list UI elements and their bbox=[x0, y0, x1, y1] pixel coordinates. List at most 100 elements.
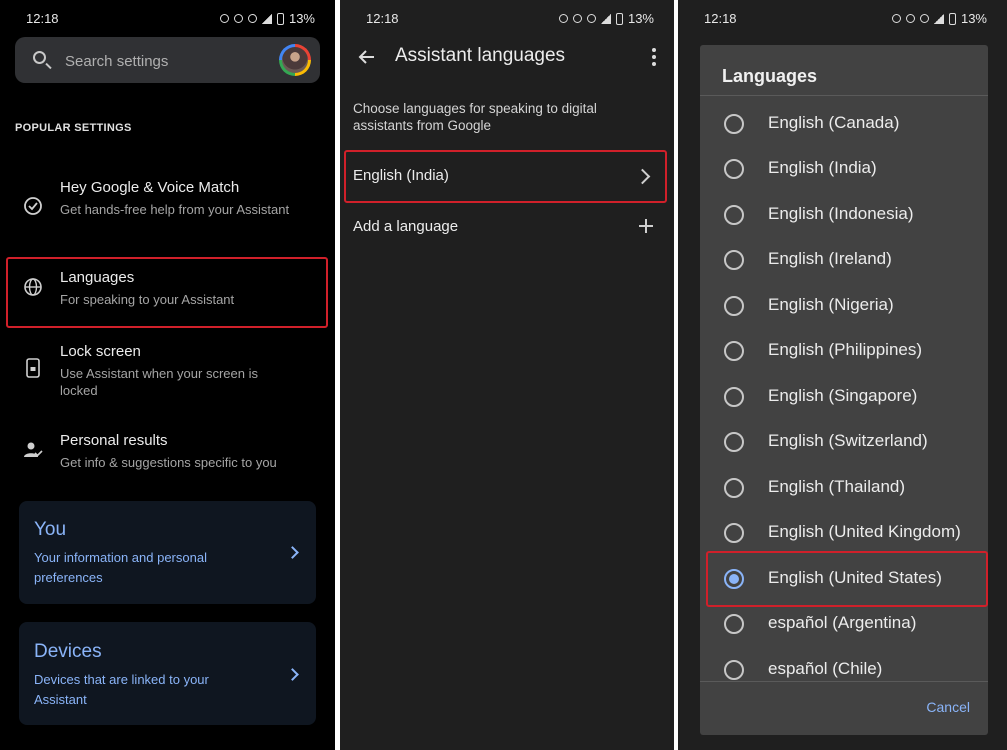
signal-icon bbox=[600, 13, 611, 24]
settings-item-subtitle: Use Assistant when your screen is locked bbox=[60, 366, 258, 398]
check-circle-icon bbox=[24, 197, 42, 215]
page-description: Choose languages for speaking to digital… bbox=[353, 101, 597, 133]
language-option-label: English (India) bbox=[768, 158, 877, 177]
radio-button[interactable] bbox=[724, 114, 744, 134]
status-bar: 12:18 13% bbox=[0, 11, 335, 31]
globe-icon bbox=[24, 278, 42, 296]
language-option[interactable]: English (Switzerland) bbox=[700, 421, 988, 463]
language-option-selected[interactable]: English (United States) bbox=[700, 558, 988, 600]
radio-button[interactable] bbox=[724, 614, 744, 634]
add-language-row[interactable]: Add a language bbox=[340, 203, 674, 251]
chevron-right-icon bbox=[286, 546, 299, 559]
settings-item-title: Hey Google & Voice Match bbox=[60, 179, 240, 196]
language-option[interactable]: English (Thailand) bbox=[700, 467, 988, 509]
avatar[interactable] bbox=[279, 44, 311, 76]
settings-item-personal-results[interactable]: Personal results Get info & suggestions … bbox=[0, 429, 335, 474]
language-option[interactable]: English (Canada) bbox=[700, 103, 988, 145]
card-title: You bbox=[34, 519, 67, 540]
radio-button[interactable] bbox=[724, 159, 744, 179]
status-icons: 13% bbox=[558, 11, 654, 26]
card-devices[interactable]: Devices Devices that are linked to your … bbox=[19, 622, 316, 725]
radio-button[interactable] bbox=[724, 250, 744, 270]
alarm-icon bbox=[219, 14, 229, 23]
more-options-icon[interactable] bbox=[652, 48, 656, 66]
radio-button[interactable] bbox=[724, 478, 744, 498]
section-header: POPULAR SETTINGS bbox=[15, 122, 132, 134]
battery-percent: 13% bbox=[627, 11, 654, 26]
language-option-label: English (Singapore) bbox=[768, 386, 918, 405]
radio-button[interactable] bbox=[724, 387, 744, 407]
settings-item-subtitle: Get info & suggestions specific to you bbox=[60, 455, 277, 470]
settings-item-hey-google[interactable]: Hey Google & Voice Match Get hands-free … bbox=[0, 176, 335, 238]
language-option[interactable]: español (Argentina) bbox=[700, 603, 988, 645]
back-arrow-icon[interactable] bbox=[357, 47, 377, 67]
radio-button[interactable] bbox=[724, 660, 744, 680]
language-option[interactable]: English (United Kingdom) bbox=[700, 512, 988, 554]
settings-item-subtitle: For speaking to your Assistant bbox=[60, 292, 235, 307]
language-option[interactable]: English (Philippines) bbox=[700, 330, 988, 372]
languages-dialog: Languages English (Canada) English (Indi… bbox=[700, 45, 988, 735]
radio-button[interactable] bbox=[724, 296, 744, 316]
language-option[interactable]: English (Indonesia) bbox=[700, 194, 988, 236]
status-icons: 13% bbox=[219, 11, 315, 26]
language-option[interactable]: English (Ireland) bbox=[700, 239, 988, 281]
settings-item-lock-screen[interactable]: Lock screen Use Assistant when your scre… bbox=[0, 340, 335, 400]
settings-item-title: Languages bbox=[60, 269, 135, 286]
language-label: English (India) bbox=[353, 167, 449, 184]
bluetooth-icon bbox=[233, 14, 243, 23]
settings-panel: 12:18 13% POPULAR SETTINGS Hey Google & … bbox=[0, 0, 335, 750]
cancel-button[interactable]: Cancel bbox=[926, 699, 970, 715]
language-option[interactable]: English (Nigeria) bbox=[700, 285, 988, 327]
signal-icon bbox=[261, 13, 272, 24]
bluetooth-icon bbox=[572, 14, 582, 23]
language-option-label: English (Philippines) bbox=[768, 340, 923, 359]
language-option-label: English (Indonesia) bbox=[768, 204, 914, 223]
signal-icon bbox=[933, 13, 944, 24]
battery-icon bbox=[615, 12, 623, 25]
language-option[interactable]: English (Singapore) bbox=[700, 376, 988, 418]
language-picker-panel: 12:18 13% Languages English (Canada) Eng… bbox=[678, 0, 1007, 750]
language-option-label: English (Switzerland) bbox=[768, 431, 928, 450]
language-row-current[interactable]: English (India) bbox=[340, 152, 674, 200]
divider bbox=[700, 681, 988, 682]
settings-item-subtitle: Get hands-free help from your Assistant bbox=[60, 202, 290, 217]
radio-button-selected[interactable] bbox=[724, 569, 744, 589]
search-bar[interactable] bbox=[15, 37, 320, 83]
search-input[interactable] bbox=[63, 49, 267, 73]
card-subtitle: Devices that are linked to your Assistan… bbox=[34, 672, 209, 707]
alarm-icon bbox=[891, 14, 901, 23]
radio-button[interactable] bbox=[724, 205, 744, 225]
language-option-label: English (United States) bbox=[768, 568, 942, 587]
wifi-icon bbox=[247, 14, 257, 23]
add-language-label: Add a language bbox=[353, 218, 459, 235]
card-subtitle: Your information and personal preference… bbox=[34, 550, 207, 585]
person-check-icon bbox=[24, 442, 43, 457]
language-option-label: English (Nigeria) bbox=[768, 295, 894, 314]
battery-percent: 13% bbox=[960, 11, 987, 26]
settings-item-title: Personal results bbox=[60, 432, 168, 449]
status-time: 12:18 bbox=[704, 11, 737, 26]
settings-item-languages[interactable]: Languages For speaking to your Assistant bbox=[0, 266, 335, 318]
status-time: 12:18 bbox=[366, 11, 399, 26]
battery-percent: 13% bbox=[288, 11, 315, 26]
page-title: Assistant languages bbox=[395, 45, 566, 66]
radio-button[interactable] bbox=[724, 523, 744, 543]
language-option-label: English (United Kingdom) bbox=[768, 522, 961, 541]
language-option[interactable]: español (Chile) bbox=[700, 649, 988, 691]
battery-icon bbox=[948, 12, 956, 25]
phone-lock-icon bbox=[26, 358, 40, 378]
bluetooth-icon bbox=[905, 14, 915, 23]
card-you[interactable]: You Your information and personal prefer… bbox=[19, 501, 316, 604]
alarm-icon bbox=[558, 14, 568, 23]
radio-button[interactable] bbox=[724, 432, 744, 452]
status-bar: 12:18 13% bbox=[340, 11, 674, 31]
battery-icon bbox=[276, 12, 284, 25]
assistant-languages-panel: 12:18 13% Assistant languages Choose lan… bbox=[340, 0, 674, 750]
status-time: 12:18 bbox=[26, 11, 59, 26]
search-icon bbox=[33, 51, 46, 64]
language-option-label: español (Argentina) bbox=[768, 613, 917, 632]
radio-button[interactable] bbox=[724, 341, 744, 361]
card-title: Devices bbox=[34, 641, 102, 662]
language-option[interactable]: English (India) bbox=[700, 148, 988, 190]
language-option-label: English (Ireland) bbox=[768, 249, 892, 268]
